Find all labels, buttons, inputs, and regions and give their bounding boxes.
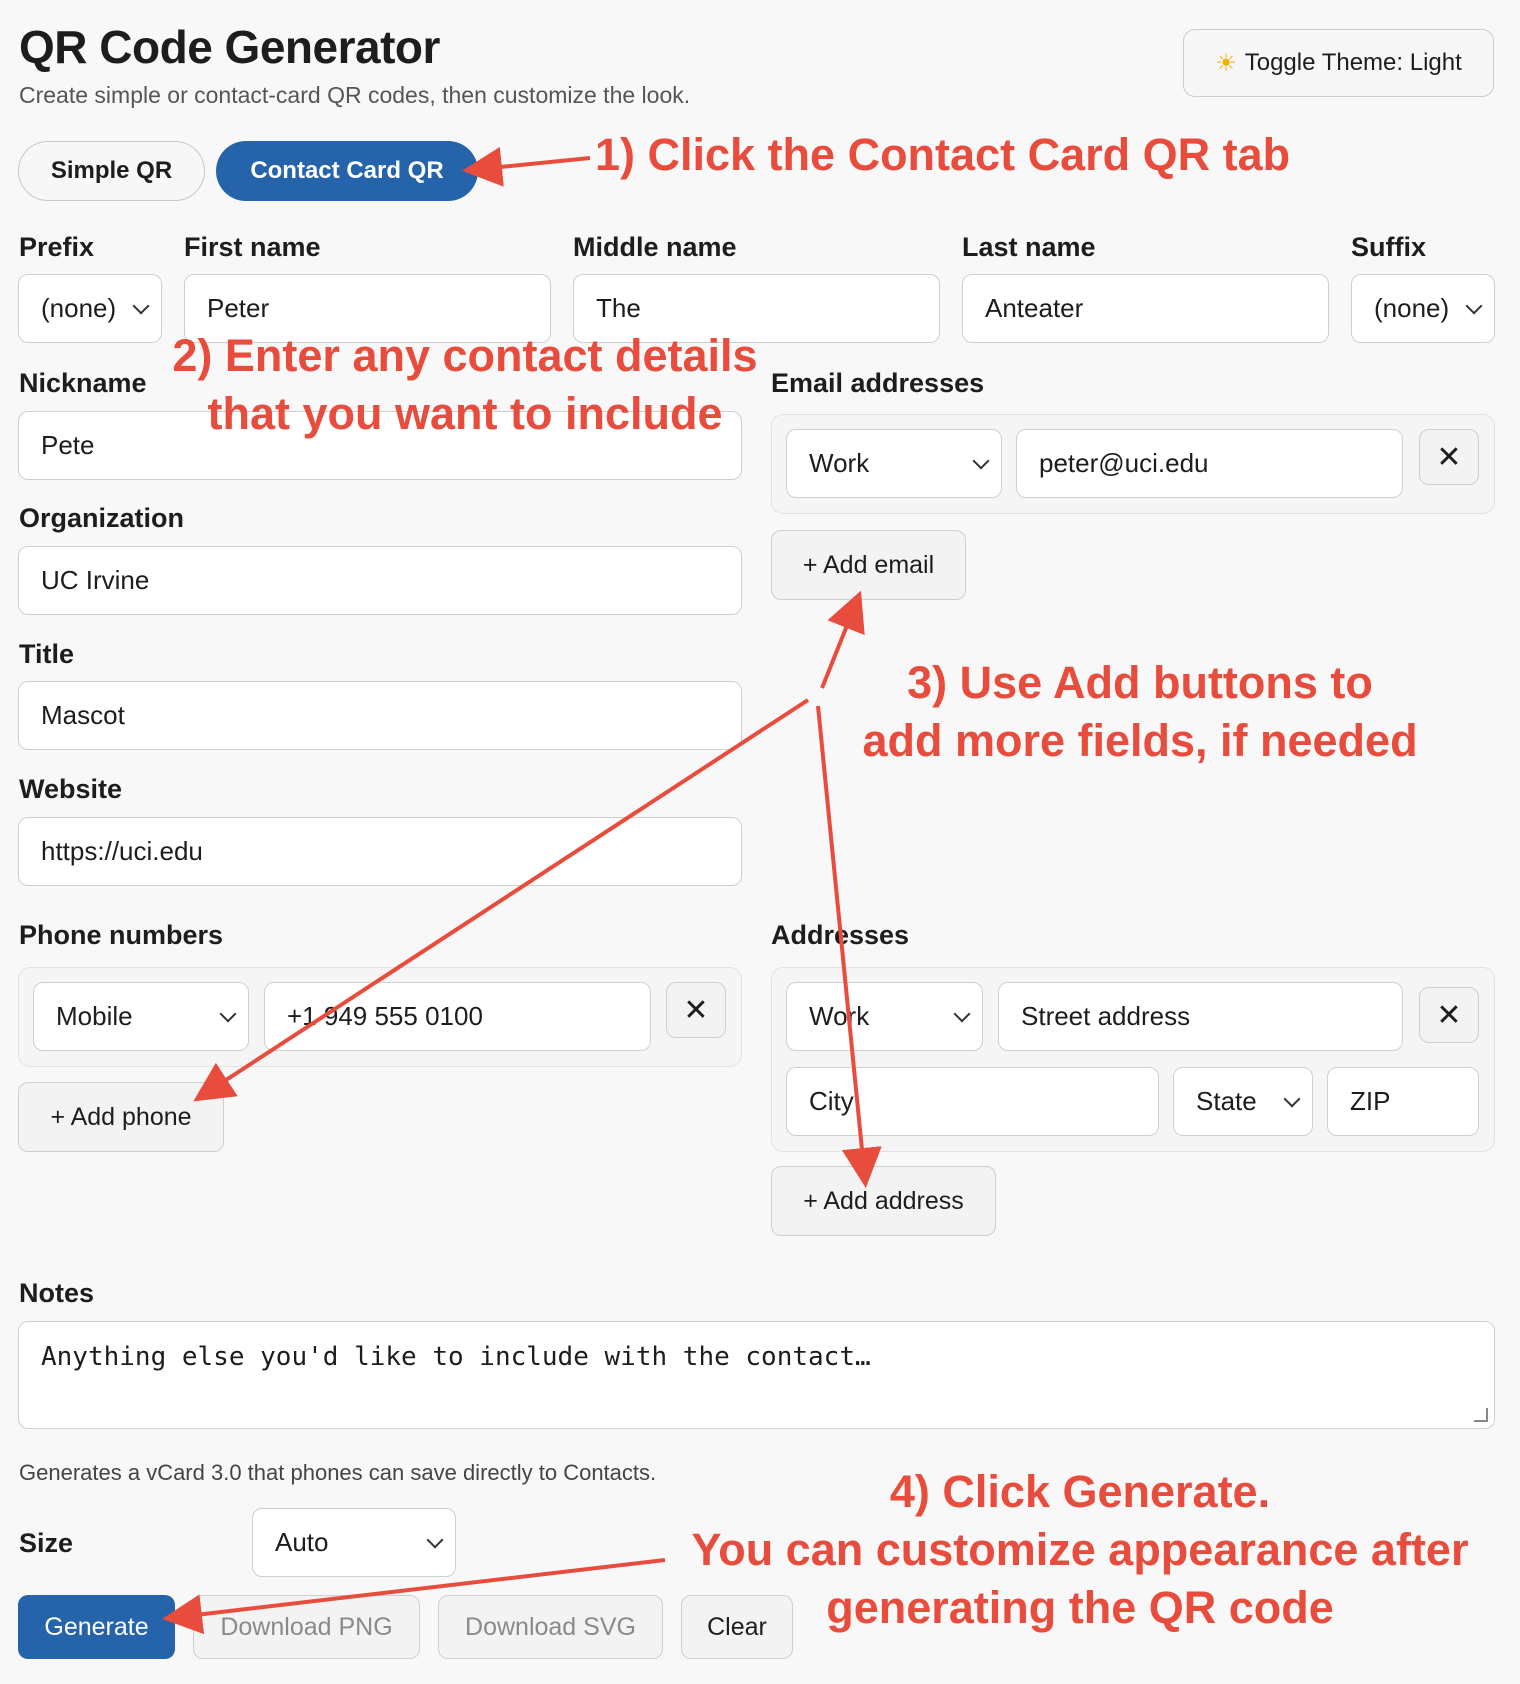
resize-handle-icon[interactable] [1474, 1408, 1488, 1422]
chevron-down-icon [1465, 297, 1483, 314]
phone-numbers-label: Phone numbers [19, 920, 224, 950]
generate-button[interactable]: Generate [18, 1595, 175, 1659]
zip-input[interactable]: ZIP [1327, 1067, 1479, 1136]
organization-input[interactable]: UC Irvine [18, 546, 742, 615]
chevron-down-icon [426, 1531, 444, 1548]
notes-label: Notes [19, 1278, 95, 1308]
notes-textarea[interactable]: Anything else you'd like to include with… [18, 1321, 1495, 1429]
chevron-down-icon [132, 297, 150, 314]
tab-contact-card-qr[interactable]: Contact Card QR [216, 141, 478, 201]
sun-icon: ☀ [1215, 49, 1237, 77]
email-addresses-label: Email addresses [771, 368, 985, 398]
size-value: Auto [275, 1527, 329, 1557]
arrow-step1 [462, 146, 591, 187]
remove-email-button[interactable]: ✕ [1419, 429, 1479, 485]
email-input[interactable]: peter@uci.edu [1016, 429, 1403, 498]
website-input[interactable]: https://uci.edu [18, 817, 742, 886]
chevron-down-icon [972, 452, 990, 469]
prefix-select[interactable]: (none) [18, 274, 162, 343]
page-title: QR Code Generator [19, 21, 440, 73]
nickname-label: Nickname [19, 368, 147, 398]
chevron-down-icon [1283, 1090, 1301, 1107]
prefix-label: Prefix [19, 232, 95, 262]
title-input[interactable]: Mascot [18, 681, 742, 750]
remove-phone-button[interactable]: ✕ [666, 982, 726, 1038]
page-subtitle: Create simple or contact-card QR codes, … [19, 82, 691, 108]
state-select[interactable]: State [1173, 1067, 1313, 1136]
city-input[interactable]: City [786, 1067, 1159, 1136]
annotation-step4-line2: You can customize appearance after [691, 1524, 1469, 1575]
suffix-label: Suffix [1351, 232, 1427, 262]
chevron-down-icon [219, 1005, 237, 1022]
toggle-theme-button[interactable]: ☀ Toggle Theme: Light [1183, 29, 1494, 97]
email-type-value: Work [809, 448, 870, 478]
annotation-step2-line1: 2) Enter any contact details [172, 330, 758, 381]
suffix-value: (none) [1374, 293, 1450, 323]
organization-label: Organization [19, 503, 185, 533]
remove-address-button[interactable]: ✕ [1419, 987, 1479, 1043]
title-label: Title [19, 639, 75, 669]
suffix-select[interactable]: (none) [1351, 274, 1495, 343]
notes-placeholder: Anything else you'd like to include with… [41, 1342, 871, 1372]
phone-type-value: Mobile [56, 1001, 133, 1031]
addresses-label: Addresses [771, 920, 910, 950]
close-icon: ✕ [1436, 440, 1462, 474]
website-label: Website [19, 774, 123, 804]
download-png-button[interactable]: Download PNG [193, 1595, 420, 1659]
annotation-step2-line2: that you want to include [207, 388, 723, 439]
close-icon: ✕ [1436, 998, 1462, 1032]
last-name-label: Last name [962, 232, 1096, 262]
size-label: Size [19, 1528, 74, 1558]
vcard-hint: Generates a vCard 3.0 that phones can sa… [19, 1460, 657, 1485]
address-type-select[interactable]: Work [786, 982, 983, 1051]
annotation-step4-line3: generating the QR code [826, 1582, 1334, 1633]
street-address-input[interactable]: Street address [998, 982, 1403, 1051]
state-value: State [1196, 1086, 1257, 1116]
add-email-button[interactable]: + Add email [771, 530, 966, 600]
chevron-down-icon [953, 1005, 971, 1022]
phone-type-select[interactable]: Mobile [33, 982, 249, 1051]
add-phone-button[interactable]: + Add phone [18, 1082, 224, 1152]
email-type-select[interactable]: Work [786, 429, 1002, 498]
phone-input[interactable]: +1 949 555 0100 [264, 982, 651, 1051]
annotation-step3-line1: 3) Use Add buttons to [907, 657, 1373, 708]
annotation-step4-line1: 4) Click Generate. [889, 1466, 1271, 1517]
download-svg-button[interactable]: Download SVG [438, 1595, 663, 1659]
first-name-label: First name [184, 232, 321, 262]
last-name-input[interactable]: Anteater [962, 274, 1329, 343]
add-address-button[interactable]: + Add address [771, 1166, 996, 1236]
annotation-step1: 1) Click the Contact Card QR tab [595, 129, 1291, 180]
middle-name-label: Middle name [573, 232, 737, 262]
close-icon: ✕ [683, 993, 709, 1027]
tab-simple-qr[interactable]: Simple QR [18, 141, 205, 201]
prefix-value: (none) [41, 293, 117, 323]
size-select[interactable]: Auto [252, 1508, 456, 1577]
annotation-step3-line2: add more fields, if needed [862, 715, 1418, 766]
address-type-value: Work [809, 1001, 870, 1031]
toggle-theme-label: Toggle Theme: Light [1244, 49, 1462, 76]
